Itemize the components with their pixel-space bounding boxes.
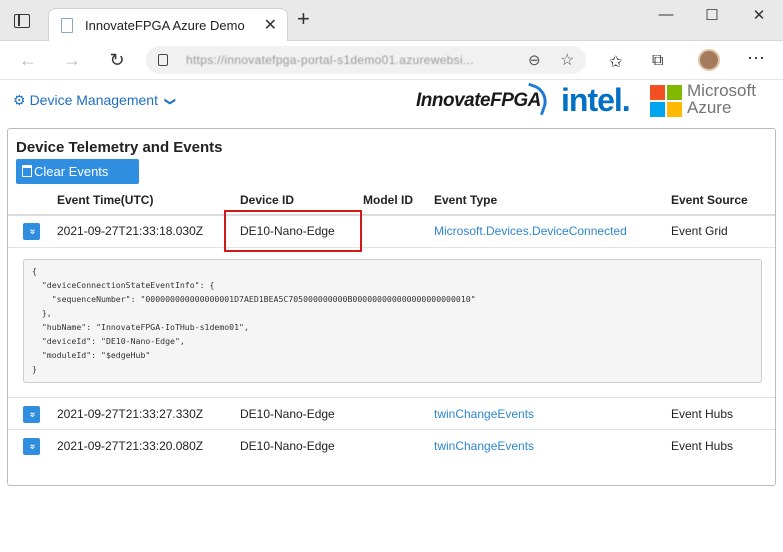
ms-logo-line1: Microsoft	[687, 81, 756, 100]
trash-icon	[22, 165, 32, 177]
tab-actions-icon[interactable]	[14, 14, 30, 28]
panel-title: Device Telemetry and Events	[16, 139, 223, 156]
event-json-detail: { "deviceConnectionStateEventInfo": { "s…	[23, 259, 762, 383]
chevron-down-icon: ❯	[163, 96, 176, 107]
device-id-highlight-box	[224, 210, 362, 252]
browser-tab[interactable]: InnovateFPGA Azure Demo ✕	[48, 8, 288, 41]
tab-close-icon[interactable]: ✕	[264, 15, 277, 35]
refresh-icon[interactable]: ↻	[107, 50, 127, 71]
event-time-cell: 2021-09-27T21:33:18.030Z	[57, 224, 204, 238]
col-device-id: Device ID	[240, 193, 295, 207]
window-maximize-icon[interactable]: ☐	[702, 6, 722, 24]
device-id-cell: DE10-Nano-Edge	[240, 439, 335, 453]
event-time-cell: 2021-09-27T21:33:27.330Z	[57, 407, 204, 421]
back-icon[interactable]: ←	[18, 50, 38, 71]
window-minimize-icon[interactable]: —	[656, 6, 676, 23]
microsoft-logo-icon	[650, 85, 682, 117]
zoom-icon[interactable]: ⊖	[528, 51, 541, 69]
url-text: https://innovatefpga-portal-s1demo01.azu…	[186, 53, 474, 67]
url-field[interactable]: https://innovatefpga-portal-s1demo01.azu…	[146, 46, 586, 74]
more-menu-icon[interactable]: ⋯	[747, 48, 765, 69]
event-time-cell: 2021-09-27T21:33:20.080Z	[57, 439, 204, 453]
expand-row-icon[interactable]: »	[23, 406, 40, 423]
device-id-cell: DE10-Nano-Edge	[240, 407, 335, 421]
event-source-cell: Event Hubs	[671, 439, 734, 453]
device-management-menu[interactable]: ⚙ Device Management ❯	[13, 92, 176, 109]
lock-icon	[158, 54, 168, 66]
app-header: ⚙ Device Management ❯ InnovateFPGA intel.…	[0, 80, 783, 126]
table-row: » 2021-09-27T21:33:20.080Z DE10-Nano-Edg…	[8, 430, 775, 463]
event-type-link[interactable]: twinChangeEvents	[434, 407, 534, 421]
tab-title: InnovateFPGA Azure Demo	[85, 18, 245, 33]
device-management-label: Device Management	[29, 92, 158, 108]
col-event-source: Event Source	[671, 193, 748, 207]
add-favorite-icon[interactable]: ☆	[560, 50, 574, 70]
favorites-icon[interactable]: ✩	[609, 52, 622, 72]
profile-avatar[interactable]	[698, 49, 720, 71]
collections-icon[interactable]: ⧉	[652, 52, 663, 70]
page-favicon-icon	[61, 18, 73, 33]
col-model-id: Model ID	[363, 193, 413, 207]
intel-logo: intel.	[561, 82, 631, 118]
new-tab-icon[interactable]: +	[297, 8, 310, 30]
address-bar-row: ← → ↻ https://innovatefpga-portal-s1demo…	[0, 41, 783, 80]
ms-logo-line2: Azure	[687, 98, 732, 117]
tab-bar: InnovateFPGA Azure Demo ✕ + — ☐ ✕	[0, 0, 783, 41]
innovatefpga-logo: InnovateFPGA	[416, 82, 552, 116]
col-event-time: Event Time(UTC)	[57, 193, 154, 207]
window-close-icon[interactable]: ✕	[749, 6, 769, 24]
clear-events-label: Clear Events	[34, 164, 109, 179]
event-source-cell: Event Grid	[671, 224, 728, 238]
table-row: » 2021-09-27T21:33:18.030Z DE10-Nano-Edg…	[8, 215, 775, 248]
event-source-cell: Event Hubs	[671, 407, 734, 421]
forward-icon[interactable]: →	[62, 50, 82, 71]
event-type-link[interactable]: Microsoft.Devices.DeviceConnected	[434, 224, 627, 238]
microsoft-azure-logo-text: Microsoft Azure	[687, 82, 756, 116]
events-table-header: Event Time(UTC) Device ID Model ID Event…	[8, 191, 775, 216]
expand-row-icon[interactable]: »	[23, 438, 40, 455]
event-type-link[interactable]: twinChangeEvents	[434, 439, 534, 453]
gear-icon: ⚙	[13, 92, 26, 108]
telemetry-panel: Device Telemetry and Events Clear Events…	[7, 128, 776, 486]
col-event-type: Event Type	[434, 193, 498, 207]
table-row: » 2021-09-27T21:33:27.330Z DE10-Nano-Edg…	[8, 397, 775, 430]
clear-events-button[interactable]: Clear Events	[16, 159, 139, 184]
collapse-row-icon[interactable]: »	[23, 223, 40, 240]
